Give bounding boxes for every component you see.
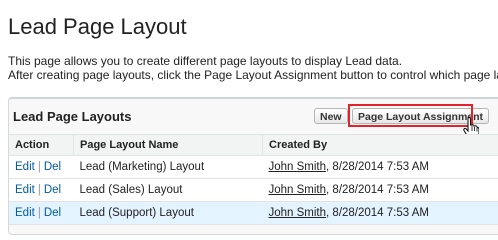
table-row: Edit | Del Lead (Sales) Layout John Smith,… bbox=[9, 178, 498, 202]
created-date: , 8/28/2014 7:53 AM bbox=[326, 184, 429, 196]
created-by-cell: John Smith, 8/28/2014 7:53 AM bbox=[262, 201, 498, 225]
highlight-box bbox=[348, 104, 473, 127]
action-cell: Edit | Del bbox=[9, 155, 74, 179]
panel-title: Lead Page Layouts bbox=[13, 109, 132, 124]
action-cell: Edit | Del bbox=[9, 201, 74, 225]
user-link[interactable]: John Smith bbox=[269, 207, 327, 219]
edit-link[interactable]: Edit bbox=[15, 207, 35, 219]
separator: | bbox=[37, 207, 41, 219]
lead-page-layouts-panel: Lead Page Layouts New Page Layout Assign… bbox=[8, 97, 498, 235]
table-header-row: Action Page Layout Name Created By bbox=[9, 134, 498, 156]
header-action: Action bbox=[9, 134, 74, 156]
user-link[interactable]: John Smith bbox=[269, 184, 327, 196]
layout-name: Lead (Marketing) Layout bbox=[73, 155, 263, 179]
table-row: Edit | Del Lead (Support) Layout John Smit… bbox=[9, 201, 498, 225]
page-description: This page allows you to create different… bbox=[8, 54, 498, 82]
created-date: , 8/28/2014 7:53 AM bbox=[326, 207, 429, 219]
layout-name: Lead (Sales) Layout bbox=[73, 178, 263, 202]
action-cell: Edit | Del bbox=[9, 178, 74, 202]
new-button[interactable]: New bbox=[314, 108, 348, 124]
user-link[interactable]: John Smith bbox=[269, 161, 327, 173]
edit-link[interactable]: Edit bbox=[15, 161, 35, 173]
created-by-cell: John Smith, 8/28/2014 7:53 AM bbox=[262, 178, 498, 202]
page-title: Lead Page Layout bbox=[8, 14, 187, 39]
header-created-by: Created By bbox=[262, 134, 498, 156]
edit-link[interactable]: Edit bbox=[15, 184, 35, 196]
separator: | bbox=[37, 184, 41, 196]
del-link[interactable]: Del bbox=[44, 207, 61, 219]
layouts-table: Action Page Layout Name Created By Edit |… bbox=[9, 134, 498, 225]
description-line-2: After creating page layouts, click the P… bbox=[8, 68, 498, 82]
layout-name: Lead (Support) Layout bbox=[73, 201, 263, 225]
table-row: Edit | Del Lead (Marketing) Layout John Sm… bbox=[9, 155, 498, 179]
del-link[interactable]: Del bbox=[44, 161, 61, 173]
created-date: , 8/28/2014 7:53 AM bbox=[326, 161, 429, 173]
created-by-cell: John Smith, 8/28/2014 7:53 AM bbox=[262, 155, 498, 179]
header-page-layout-name: Page Layout Name bbox=[73, 134, 263, 156]
separator: | bbox=[37, 161, 41, 173]
del-link[interactable]: Del bbox=[44, 184, 61, 196]
description-line-1: This page allows you to create different… bbox=[8, 54, 403, 68]
